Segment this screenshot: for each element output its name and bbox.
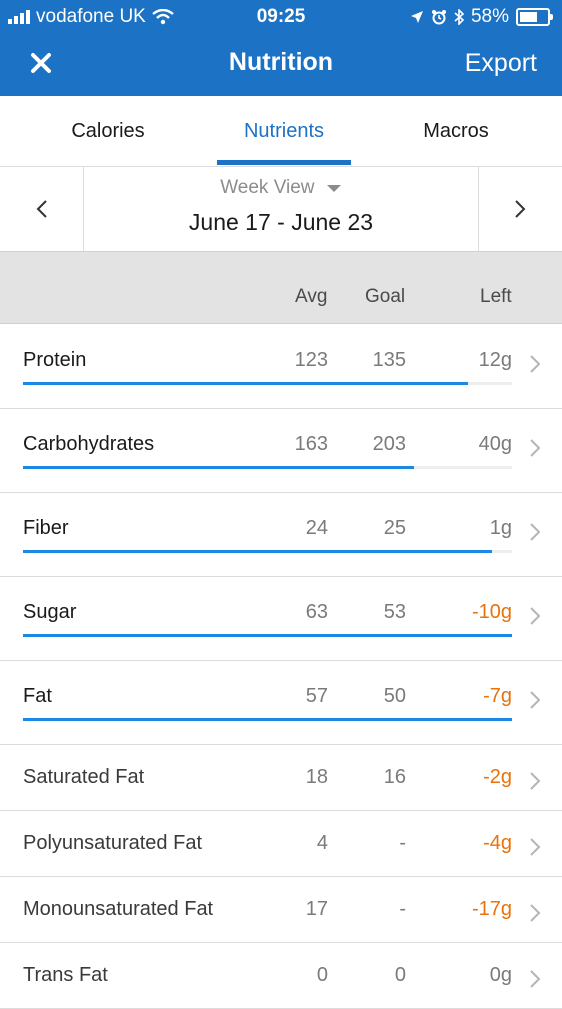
nutrient-name: Fiber [23,517,69,539]
nutrient-avg: 4 [316,832,328,854]
caret-down-icon [326,185,341,192]
tab-calories[interactable]: Calories [48,120,168,143]
nutrient-name: Trans Fat [23,964,108,986]
progress-track [23,382,512,385]
chevron-right-icon [530,970,541,988]
nutrient-row[interactable]: Sugar 63 53 -10g [0,576,562,661]
progress-bar [23,550,493,553]
alarm-icon [431,10,446,25]
nutrient-name: Protein [23,349,87,371]
nutrient-avg: 17 [305,898,328,920]
nav-bar: Nutrition Export [0,34,562,96]
nutrient-avg: 57 [305,685,328,707]
nutrient-row[interactable]: Polyunsaturated Fat 4 - -4g [0,810,562,877]
avg-header: Avg [295,286,328,307]
progress-bar [23,466,415,469]
chevron-right-icon [530,523,541,541]
progress-track [23,550,512,553]
nutrient-name: Carbohydrates [23,433,155,455]
nutrient-row[interactable]: Carbohydrates 163 203 40g [0,408,562,493]
progress-track [23,466,512,469]
nutrient-left: -10g [471,601,512,623]
nutrient-goal: 0 [394,964,406,986]
nutrient-avg: 18 [305,766,328,788]
nutrient-goal: - [399,832,406,854]
nutrient-name: Polyunsaturated Fat [23,832,202,854]
bluetooth-icon [454,9,464,25]
nutrient-row[interactable]: Monounsaturated Fat 17 - -17g [0,876,562,943]
chevron-right-icon [530,439,541,457]
nutrient-left: -2g [483,766,512,788]
tab-bar: Calories Nutrients Macros [0,96,562,167]
active-tab-indicator [217,160,351,165]
chevron-right-icon [530,607,541,625]
date-navigator: Week View June 17 - June 23 [0,167,562,252]
nutrient-avg: 163 [294,433,328,455]
nutrient-goal: 50 [383,685,406,707]
nutrient-avg: 63 [305,601,328,623]
nutrient-goal: 53 [383,601,406,623]
nutrient-row[interactable]: Saturated Fat 18 16 -2g [0,744,562,811]
progress-bar [23,382,468,385]
nutrient-name: Fat [23,685,52,707]
nutrient-row[interactable]: Protein 123 135 12g [0,324,562,409]
chevron-right-icon [530,904,541,922]
status-bar: vodafone UK 09:25 58% [0,0,562,34]
location-icon [410,11,423,23]
chevron-right-icon [515,200,526,218]
nutrient-name: Saturated Fat [23,766,145,788]
nutrient-avg: 123 [294,349,328,371]
week-view-label: Week View [220,177,315,198]
progress-bar [23,718,512,721]
chevron-right-icon [530,772,541,790]
nutrient-left: 1g [489,517,512,539]
nutrient-left: 40g [478,433,512,455]
nutrient-avg: 0 [316,964,328,986]
battery-percent: 58% [470,6,509,27]
tab-nutrients[interactable]: Nutrients [217,120,351,143]
nutrient-goal: - [399,898,406,920]
nutrient-left: -17g [471,898,512,920]
nutrient-name: Sugar [23,601,77,623]
nutrient-left: 0g [489,964,512,986]
chevron-right-icon [530,838,541,856]
nutrient-left: -4g [483,832,512,854]
progress-track [23,634,512,637]
nutrient-goal: 16 [383,766,406,788]
tab-macros[interactable]: Macros [396,120,516,143]
nutrient-goal: 135 [372,349,406,371]
nutrient-avg: 24 [305,517,328,539]
nutrient-goal: 203 [372,433,406,455]
battery-icon [516,8,553,26]
nutrient-left: -7g [483,685,512,707]
chevron-right-icon [530,355,541,373]
nutrient-name: Monounsaturated Fat [23,898,214,920]
column-header: Avg Goal Left [0,252,562,324]
chevron-right-icon [530,691,541,709]
goal-header: Goal [365,286,406,307]
nutrient-goal: 25 [383,517,406,539]
nutrient-row[interactable]: Fiber 24 25 1g [0,492,562,577]
nutrient-left: 12g [478,349,512,371]
progress-bar [23,634,512,637]
export-button[interactable]: Export [465,49,537,78]
nutrient-row[interactable]: Fat 57 50 -7g [0,660,562,745]
progress-track [23,718,512,721]
left-header: Left [480,286,512,307]
next-week-button[interactable] [478,167,562,251]
